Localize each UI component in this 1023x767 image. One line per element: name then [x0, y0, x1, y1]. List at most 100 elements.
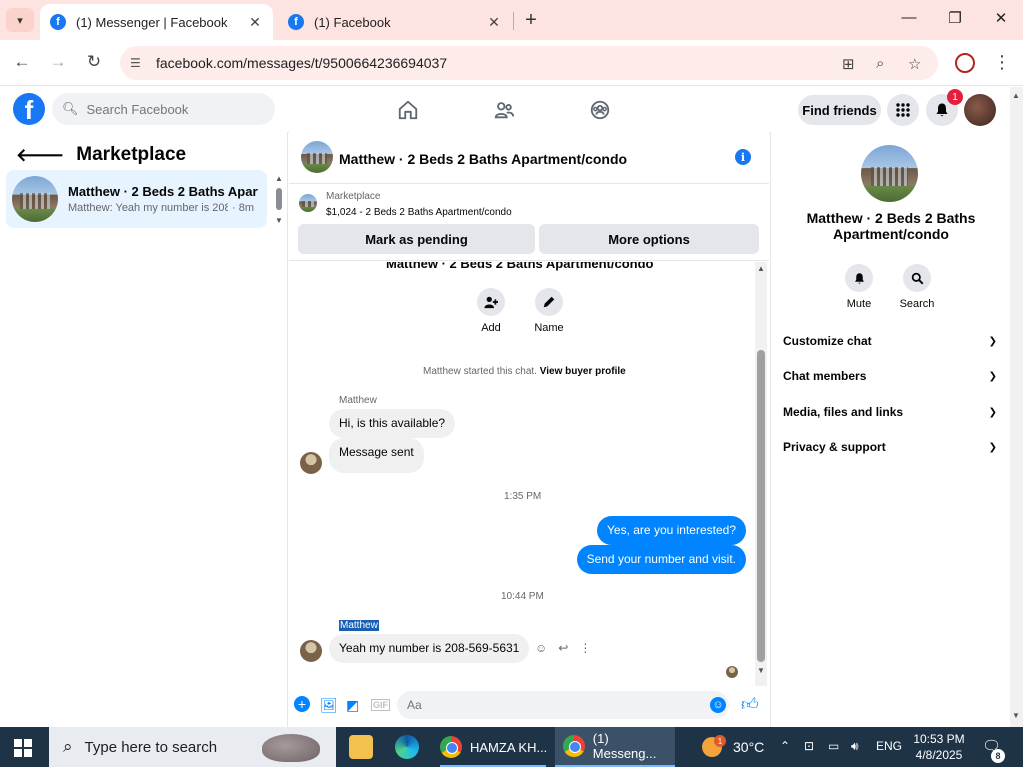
scroll-up-icon[interactable]: ▲ [1012, 91, 1020, 100]
sender-name: Matthew [339, 395, 377, 406]
name-chat-action[interactable]: Name [519, 288, 579, 334]
groups-icon[interactable] [589, 99, 611, 121]
chat-intro-title: Matthew · 2 Beds 2 Baths Apartment/condo [386, 262, 654, 271]
view-buyer-profile-link[interactable]: View buyer profile [540, 366, 626, 377]
plus-icon[interactable]: + [294, 696, 310, 712]
edge-browser-icon[interactable] [395, 735, 419, 759]
clock[interactable]: 10:53 PM 4/8/2025 [905, 731, 973, 763]
react-emoji-icon[interactable]: ☺ [535, 641, 547, 655]
scrollbar-thumb[interactable] [757, 350, 765, 662]
message-input[interactable] [397, 691, 729, 719]
scrollbar-thumb[interactable] [276, 188, 282, 210]
minimize-icon[interactable]: — [899, 9, 919, 26]
search-icon [903, 264, 931, 292]
close-window-icon[interactable]: ✕ [991, 9, 1011, 27]
tab-facebook[interactable]: f (1) Facebook ✕ [278, 4, 512, 40]
volume-icon[interactable]: 🔊︎ [851, 739, 859, 754]
find-friends-button[interactable]: Find friends [798, 95, 881, 125]
chat-title[interactable]: Matthew · 2 Beds 2 Baths Apartment/condo [339, 151, 627, 167]
restore-icon[interactable]: ❐ [945, 9, 965, 27]
browser-menu-icon[interactable]: ⋮ [993, 52, 1011, 73]
facebook-logo-icon[interactable]: f [13, 93, 45, 125]
media-files-links-row[interactable]: Media, files and links ❯ [783, 400, 997, 424]
mute-label: Mute [846, 298, 872, 310]
chat-members-row[interactable]: Chat members ❯ [783, 364, 997, 388]
back-arrow-icon[interactable]: 🡐 [16, 145, 64, 166]
language-indicator[interactable]: ENG [876, 739, 902, 753]
gif-icon[interactable]: GIF [371, 699, 390, 711]
tray-device-icon[interactable]: ⊡ [804, 739, 814, 753]
friends-icon[interactable] [493, 99, 515, 121]
new-tab-plus-icon[interactable]: + [520, 9, 542, 31]
message-bubble-sent[interactable]: Yes, are you interested? [597, 516, 746, 545]
bookmark-star-icon[interactable]: ☆ [908, 55, 921, 73]
message-bubble[interactable]: Yeah my number is 208-569-5631 [329, 634, 530, 663]
network-icon[interactable]: ▭ [828, 739, 839, 753]
site-info-icon[interactable]: ☰ [130, 56, 146, 70]
chevron-down-icon: ❯ [988, 406, 997, 418]
chat-avatar[interactable] [301, 141, 333, 173]
tab-title: (1) Facebook [314, 14, 391, 30]
sticker-icon[interactable]: ◩ [346, 697, 359, 714]
scroll-up-icon[interactable]: ▲ [275, 174, 283, 183]
scroll-down-icon[interactable]: ▼ [275, 216, 283, 225]
conversation-preview: Matthew: Yeah my number is 208... [68, 202, 228, 214]
account-avatar[interactable] [964, 94, 996, 126]
more-options-button[interactable]: More options [539, 224, 759, 254]
customize-chat-row[interactable]: Customize chat ❯ [783, 329, 997, 353]
search-icon: 🔍︎ [62, 101, 79, 116]
tab-search-chevron-icon[interactable]: ▾ [6, 8, 34, 32]
page-scrollbar[interactable]: ▲ ▼ [1010, 87, 1023, 727]
message-bubble[interactable]: Hi, is this available? [329, 409, 456, 438]
tab-messenger[interactable]: f (1) Messenger | Facebook ✕ [40, 4, 273, 40]
windows-start-icon[interactable] [14, 739, 32, 757]
file-explorer-icon[interactable] [349, 735, 373, 759]
chat-started-notice: Matthew started this chat. View buyer pr… [423, 366, 626, 377]
install-app-icon[interactable]: ⊞ [842, 55, 855, 73]
scroll-down-icon[interactable]: ▼ [1012, 711, 1020, 720]
tray-chevron-up-icon[interactable]: ⌃ [780, 739, 790, 753]
listing-thumbnail[interactable] [299, 194, 317, 212]
back-arrow-icon[interactable]: ← [12, 52, 32, 72]
home-icon[interactable] [397, 99, 419, 121]
conversation-item[interactable]: Matthew · 2 Beds 2 Baths Apart... Matthe… [6, 170, 267, 228]
close-tab-icon[interactable]: ✕ [247, 14, 263, 31]
message-bubble-sent[interactable]: Send your number and visit. [576, 545, 746, 574]
taskbar-app-chrome-1[interactable]: HAMZA KH... [432, 727, 553, 767]
message-list: Matthew · 2 Beds 2 Baths Apartment/condo… [289, 262, 755, 686]
address-bar[interactable]: ☰ facebook.com/messages/t/95006642366940… [120, 46, 938, 80]
scroll-down-icon[interactable]: ▼ [757, 666, 765, 675]
add-people-action[interactable]: Add [461, 288, 521, 334]
sidebar-scrollbar[interactable]: ▲ ▼ [274, 174, 284, 225]
reload-icon[interactable]: ↻ [84, 52, 104, 72]
mark-as-pending-button[interactable]: Mark as pending [298, 224, 535, 254]
menu-grid-icon[interactable] [887, 94, 919, 126]
thumbs-up-icon[interactable]: 👍︎ [741, 694, 759, 715]
sidebar-header: 🡐 Marketplace [16, 144, 186, 166]
chat-header: Matthew · 2 Beds 2 Baths Apartment/condo… [289, 132, 769, 184]
chat-scrollbar[interactable]: ▲ ▼ [755, 262, 767, 686]
weather-temp[interactable]: 30°C [733, 739, 764, 755]
more-actions-icon[interactable]: ⋮ [579, 641, 591, 655]
listing-price[interactable]: $1,024 - 2 Beds 2 Baths Apartment/condo [326, 207, 512, 218]
emoji-icon[interactable]: ☺ [710, 697, 726, 713]
close-tab-icon[interactable]: ✕ [486, 14, 502, 31]
browser-profile-icon[interactable] [955, 53, 975, 73]
privacy-support-row[interactable]: Privacy & support ❯ [783, 435, 997, 459]
sender-avatar[interactable] [300, 640, 322, 662]
facebook-search-input[interactable] [86, 101, 267, 117]
sender-avatar[interactable] [300, 452, 322, 474]
listing-large-avatar[interactable] [861, 145, 918, 202]
info-icon[interactable]: i [735, 149, 751, 165]
reply-icon[interactable]: ↩ [558, 641, 568, 655]
message-bubble[interactable]: Message sent [329, 438, 424, 473]
scroll-up-icon[interactable]: ▲ [757, 264, 765, 273]
photo-icon[interactable]: 🖼︎ [320, 697, 338, 714]
zoom-icon[interactable]: ⌕ [876, 55, 884, 72]
facebook-search-box[interactable]: 🔍︎ [52, 93, 275, 125]
forward-arrow-icon[interactable]: → [48, 52, 68, 72]
taskbar-app-chrome-2[interactable]: (1) Messeng... [555, 727, 675, 767]
search-highlight-hippo-icon [262, 734, 320, 762]
search-action[interactable]: Search [892, 264, 942, 310]
mute-action[interactable]: Mute [834, 264, 884, 310]
